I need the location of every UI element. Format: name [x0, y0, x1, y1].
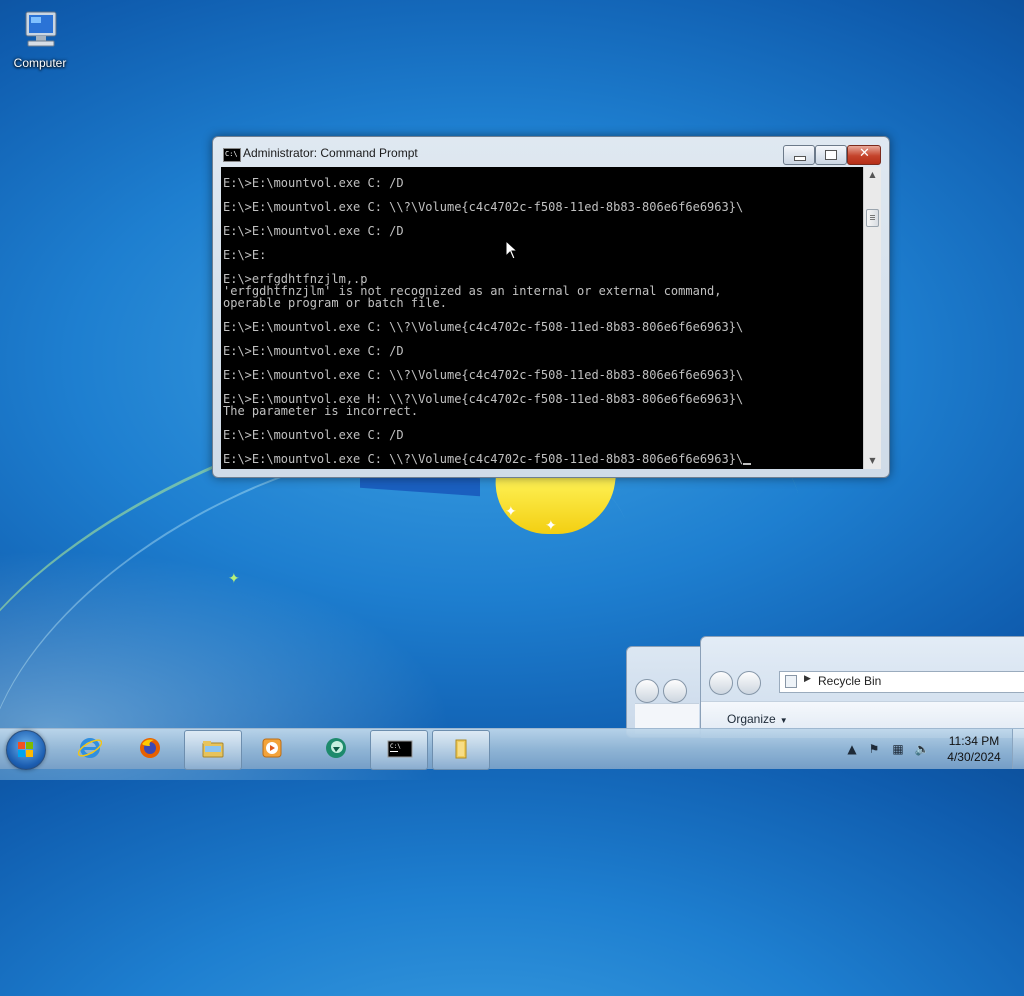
console-output[interactable]: E:\>E:\mountvol.exe C: /D E:\>E:\mountvol… — [221, 167, 863, 469]
taskbar: C:\ ▲ ⚑ ▦ 🔈 11:34 PM 4/30/2024 — [0, 728, 1024, 770]
close-icon: ✕ — [859, 146, 870, 161]
volume-muted-icon[interactable]: 🔈 — [914, 741, 930, 757]
console-line: E:\>E:\mountvol.exe C: /D — [223, 428, 404, 442]
taskbar-firefox[interactable] — [122, 730, 178, 768]
organize-label: Organize — [727, 712, 776, 726]
address-bar[interactable]: ▶ Recycle Bin — [779, 671, 1024, 693]
internet-explorer-icon — [78, 738, 102, 758]
media-player-icon — [262, 738, 282, 758]
chevron-down-icon: ▼ — [779, 716, 788, 725]
wallpaper-sparkle: ✦ — [545, 518, 557, 534]
scroll-down-arrow-icon[interactable]: ▼ — [864, 453, 881, 469]
scroll-up-arrow-icon[interactable]: ▲ — [864, 167, 881, 183]
network-icon[interactable]: ▦ — [890, 741, 906, 757]
minimize-icon — [794, 156, 806, 161]
window-titlebar[interactable]: C:\ Administrator: Command Prompt ✕ — [213, 137, 889, 167]
taskbar-app[interactable] — [308, 730, 364, 768]
taskbar-folder[interactable] — [432, 730, 490, 770]
back-button[interactable] — [709, 671, 733, 695]
windows-explorer-icon — [202, 741, 224, 758]
console-line: E:\>E:\mountvol.exe C: /D — [223, 176, 404, 190]
minimize-button[interactable] — [783, 145, 815, 165]
back-button[interactable] — [635, 679, 659, 703]
address-text: Recycle Bin — [818, 674, 882, 688]
console-line: The parameter is incorrect. — [223, 404, 419, 418]
vertical-scrollbar[interactable]: ▲ ▼ — [863, 167, 881, 469]
maximize-button[interactable] — [815, 145, 847, 165]
wallpaper-sparkle: ✦ — [505, 504, 517, 520]
console-line: E:\>E:\mountvol.exe C: /D — [223, 224, 404, 238]
action-center-flag-icon[interactable]: ⚑ — [866, 741, 882, 757]
taskbar-command-prompt[interactable]: C:\ — [370, 730, 428, 770]
window-title: Administrator: Command Prompt — [243, 146, 418, 160]
close-button[interactable]: ✕ — [847, 145, 881, 165]
folder-icon — [455, 739, 467, 759]
taskbar-windows-explorer[interactable] — [184, 730, 242, 770]
explorer-window-recycle-bin[interactable]: ▶ Recycle Bin Organize ▼ — [700, 636, 1024, 738]
breadcrumb-arrow-icon[interactable]: ▶ — [804, 674, 811, 684]
console-line: E:\>E:\mountvol.exe C: \\?\Volume{c4c470… — [223, 320, 744, 334]
console-line: E:\>E:\mountvol.exe C: /D — [223, 344, 404, 358]
recycle-bin-icon — [785, 675, 797, 688]
maximize-icon — [825, 150, 837, 160]
svg-text:C:\: C:\ — [390, 743, 401, 750]
firefox-icon — [140, 738, 160, 758]
console-line: E:\>E: — [223, 248, 267, 262]
computer-icon — [17, 8, 63, 54]
console-line: E:\>E:\mountvol.exe C: \\?\Volume{c4c470… — [223, 200, 744, 214]
organize-button[interactable]: Organize ▼ — [727, 712, 788, 726]
command-prompt-icon: C:\ — [223, 148, 241, 162]
app-circle-icon — [326, 738, 346, 758]
console-text: E:\>E:\mountvol.exe C: /D E:\>E:\mountvol… — [223, 176, 752, 465]
wallpaper-sparkle: ✦ — [228, 571, 240, 587]
system-tray: ▲ ⚑ ▦ 🔈 11:34 PM 4/30/2024 — [840, 729, 1024, 769]
windows-logo-icon — [18, 742, 34, 758]
scrollbar-thumb[interactable] — [866, 209, 879, 227]
system-clock[interactable]: 11:34 PM 4/30/2024 — [944, 733, 1004, 765]
console-line: E:\>E:\mountvol.exe C: \\?\Volume{c4c470… — [223, 368, 744, 382]
desktop-icon-computer[interactable]: Computer — [8, 8, 72, 70]
desktop-icon-label: Computer — [13, 56, 67, 70]
command-prompt-window[interactable]: C:\ Administrator: Command Prompt ✕ E:\>… — [212, 136, 890, 478]
taskbar-internet-explorer[interactable] — [62, 730, 118, 768]
console-line: E:\>E:\mountvol.exe C: \\?\Volume{c4c470… — [223, 453, 752, 465]
forward-button[interactable] — [737, 671, 761, 695]
console-line: operable program or batch file. — [223, 296, 447, 310]
forward-button[interactable] — [663, 679, 687, 703]
start-button[interactable] — [6, 730, 46, 770]
command-prompt-icon: C:\ — [387, 740, 413, 758]
mouse-pointer-icon — [505, 240, 519, 260]
taskbar-media-player[interactable] — [244, 730, 300, 768]
clock-time: 11:34 PM — [948, 734, 1000, 748]
show-hidden-icons-icon[interactable]: ▲ — [844, 741, 860, 757]
text-cursor — [743, 463, 752, 465]
show-desktop-button[interactable] — [1012, 729, 1024, 769]
clock-date: 4/30/2024 — [947, 750, 1001, 764]
